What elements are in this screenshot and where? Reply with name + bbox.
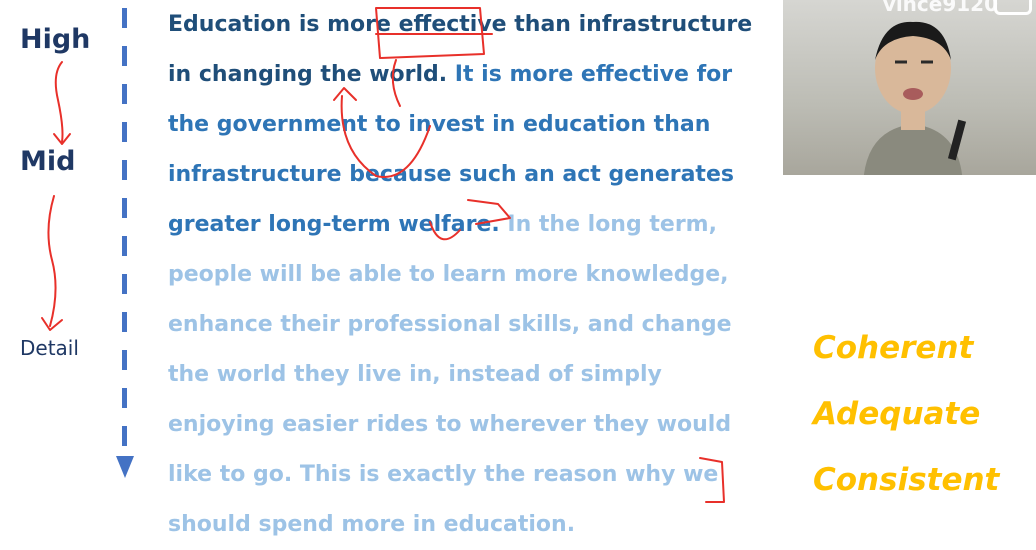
keyword-list: Coherent Adequate Consistent [813, 315, 999, 513]
level-mid-label: Mid [20, 146, 76, 177]
explanation-sentence: It is more effective for the government … [168, 62, 734, 237]
detail-sentences: In the long term, people will be able to… [168, 212, 732, 537]
keyword-coherent: Coherent [813, 330, 974, 366]
video-watermark: vince9120 [882, 0, 998, 16]
hierarchy-dashed-arrow [122, 8, 127, 458]
keyword-consistent: Consistent [813, 462, 1000, 498]
essay-paragraph: Education is more effective than infrast… [168, 0, 768, 550]
presenter-figure [864, 21, 967, 175]
level-high-label: High [20, 24, 91, 55]
presenter-video[interactable]: vince9120 [783, 0, 1036, 175]
keyword-adequate: Adequate [813, 396, 981, 432]
level-detail-label: Detail [20, 336, 79, 360]
bilibili-logo-icon [994, 0, 1032, 15]
arrow-down-icon [116, 456, 134, 478]
